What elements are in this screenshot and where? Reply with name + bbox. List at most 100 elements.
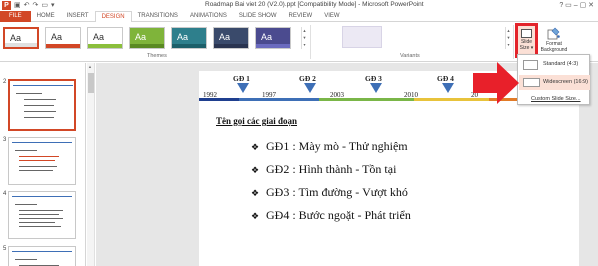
- timeline-marker-icon: [442, 83, 454, 93]
- theme-thumbnail[interactable]: Aa: [171, 27, 207, 49]
- tab-insert[interactable]: INSERT: [61, 11, 95, 22]
- theme-thumbnail[interactable]: Aa: [3, 27, 39, 49]
- document-title: Roadmap Bai viet 20 (V2.0).ppt [Compatib…: [205, 1, 424, 8]
- theme-thumbnail[interactable]: Aa: [45, 27, 81, 49]
- themes-group-label: Themes: [147, 53, 167, 59]
- timeline-marker-icon: [237, 83, 249, 93]
- slide-size-label-2: Size ▾: [519, 45, 534, 51]
- timeline-year: 2003: [330, 91, 344, 99]
- tab-home[interactable]: HOME: [31, 11, 61, 22]
- customize-qat-icon[interactable]: ▾: [51, 1, 55, 10]
- theme-thumbnail[interactable]: Aa: [129, 27, 165, 49]
- theme-accent-band: [172, 44, 206, 48]
- scrollbar-thumb[interactable]: [88, 73, 94, 93]
- bullet-text: GĐ4 : Bước ngoặt - Phát triển: [266, 208, 411, 222]
- custom-slide-size-link[interactable]: Custom Slide Size...: [531, 96, 581, 102]
- bullet-item: ❖ GĐ1 : Mày mò - Thử nghiệm: [251, 139, 408, 154]
- bullet-item: ❖ GĐ2 : Hình thành - Tồn tại: [251, 162, 396, 177]
- theme-sample-text: Aa: [177, 32, 189, 42]
- variants-gallery[interactable]: [342, 26, 382, 48]
- standard-ratio-icon: [523, 60, 538, 70]
- theme-thumbnail[interactable]: Aa: [87, 27, 123, 49]
- thumbnail-number: 3: [3, 137, 7, 143]
- theme-thumbnail[interactable]: Aa: [213, 27, 249, 49]
- thumbnail-number: 5: [3, 246, 7, 252]
- theme-thumbnail[interactable]: Aa: [255, 27, 291, 49]
- window-controls[interactable]: ? ▭ – ▢ ✕: [559, 1, 594, 9]
- slide-thumbnail-2[interactable]: [8, 79, 76, 131]
- diamond-bullet-icon: ❖: [251, 165, 260, 175]
- diamond-bullet-icon: ❖: [251, 188, 260, 198]
- tab-transitions[interactable]: TRANSITIONS: [132, 11, 184, 22]
- bullet-item: ❖ GĐ3 : Tìm đường - Vượt khó: [251, 185, 408, 200]
- theme-accent-band: [46, 44, 80, 48]
- save-icon[interactable]: ▣: [14, 1, 21, 10]
- theme-accent-band: [214, 44, 248, 48]
- slide-thumbnail-5[interactable]: [8, 246, 76, 266]
- theme-accent-band: [256, 44, 290, 48]
- format-background-label-2: Background: [540, 47, 568, 53]
- timeline-phase-label: GĐ 3: [365, 74, 382, 83]
- thumbnail-scrollbar[interactable]: ▲: [87, 63, 95, 266]
- ribbon-divider: [513, 25, 514, 59]
- diamond-bullet-icon: ❖: [251, 211, 260, 221]
- timeline-marker-icon: [304, 83, 316, 93]
- themes-gallery-scroll[interactable]: ▲ ▼ ▾: [301, 27, 307, 49]
- theme-accent-band: [5, 43, 37, 47]
- bullet-text: GĐ3 : Tìm đường - Vượt khó: [266, 185, 408, 199]
- variants-group-label: Variants: [400, 53, 420, 59]
- tab-review[interactable]: REVIEW: [283, 11, 319, 22]
- redo-icon[interactable]: ↷: [33, 1, 39, 10]
- timeline-phase-label: GĐ 2: [299, 74, 316, 83]
- theme-sample-text: Aa: [51, 32, 63, 42]
- menu-item-label: Standard (4:3): [543, 61, 579, 67]
- tab-view[interactable]: VIEW: [318, 11, 345, 22]
- annotation-arrow-icon: [473, 62, 519, 104]
- bullet-item: ❖ GĐ4 : Bước ngoặt - Phát triển: [251, 208, 411, 223]
- slide-thumbnail-3[interactable]: [8, 137, 76, 185]
- variants-gallery-scroll[interactable]: ▲ ▼ ▾: [505, 27, 511, 49]
- slide-thumbnail-panel: 2 3 4 5: [0, 63, 86, 266]
- quick-access-toolbar: P ▣ ↶ ↷ ▭ ▾: [2, 1, 55, 10]
- tab-slide-show[interactable]: SLIDE SHOW: [233, 11, 283, 22]
- menu-item-label: Widescreen (16:9): [543, 79, 588, 85]
- bullet-text: GĐ2 : Hình thành - Tồn tại: [266, 162, 397, 176]
- thumbnail-number: 4: [3, 191, 7, 197]
- timeline-year: 1992: [203, 91, 217, 99]
- theme-sample-text: Aa: [261, 32, 273, 42]
- scroll-up-icon[interactable]: ▲: [88, 64, 92, 69]
- slide-size-button[interactable]: Slide Size ▾: [515, 23, 538, 58]
- theme-sample-text: Aa: [135, 32, 147, 42]
- slide-heading: Tên gọi các giai đoạn: [216, 116, 298, 126]
- slide-thumbnail-4[interactable]: [8, 191, 76, 239]
- theme-sample-text: Aa: [10, 33, 22, 43]
- slide-size-menu: Standard (4:3) Widescreen (16:9) Custom …: [517, 54, 590, 105]
- menu-item-standard[interactable]: Standard (4:3): [519, 57, 590, 72]
- ribbon-design: Aa Aa Aa Aa Aa Aa Aa ▲ ▼ ▾ Themes Variants ▲ ▼ ▾ S…: [0, 22, 598, 62]
- theme-accent-band: [88, 44, 122, 48]
- theme-sample-text: Aa: [93, 32, 105, 42]
- tab-file[interactable]: FILE: [0, 11, 31, 22]
- theme-sample-text: Aa: [219, 32, 231, 42]
- menu-item-widescreen[interactable]: Widescreen (16:9): [519, 75, 590, 90]
- timeline-phase-label: GĐ 4: [437, 74, 454, 83]
- start-slideshow-icon[interactable]: ▭: [41, 1, 48, 10]
- thumbnail-number: 2: [3, 79, 7, 85]
- timeline-year: 2010: [404, 91, 418, 99]
- powerpoint-logo-icon: P: [2, 1, 11, 10]
- theme-accent-band: [130, 44, 164, 48]
- bullet-text: GĐ1 : Mày mò - Thử nghiệm: [266, 139, 408, 153]
- slide-size-icon: [521, 29, 532, 38]
- timeline-marker-icon: [370, 83, 382, 93]
- format-background-icon: [547, 27, 560, 40]
- timeline-year: 1997: [262, 91, 276, 99]
- title-bar: P ▣ ↶ ↷ ▭ ▾ Roadmap Bai viet 20 (V2.0).p…: [0, 0, 598, 11]
- undo-icon[interactable]: ↶: [24, 1, 30, 10]
- ribbon-tabs: FILE HOME INSERT DESIGN TRANSITIONS ANIM…: [0, 11, 598, 23]
- diamond-bullet-icon: ❖: [251, 142, 260, 152]
- widescreen-ratio-icon: [523, 78, 540, 87]
- ribbon-divider: [310, 25, 311, 59]
- timeline-segment: [239, 98, 319, 101]
- tab-animations[interactable]: ANIMATIONS: [184, 11, 233, 22]
- timeline-phase-label: GĐ 1: [233, 74, 250, 83]
